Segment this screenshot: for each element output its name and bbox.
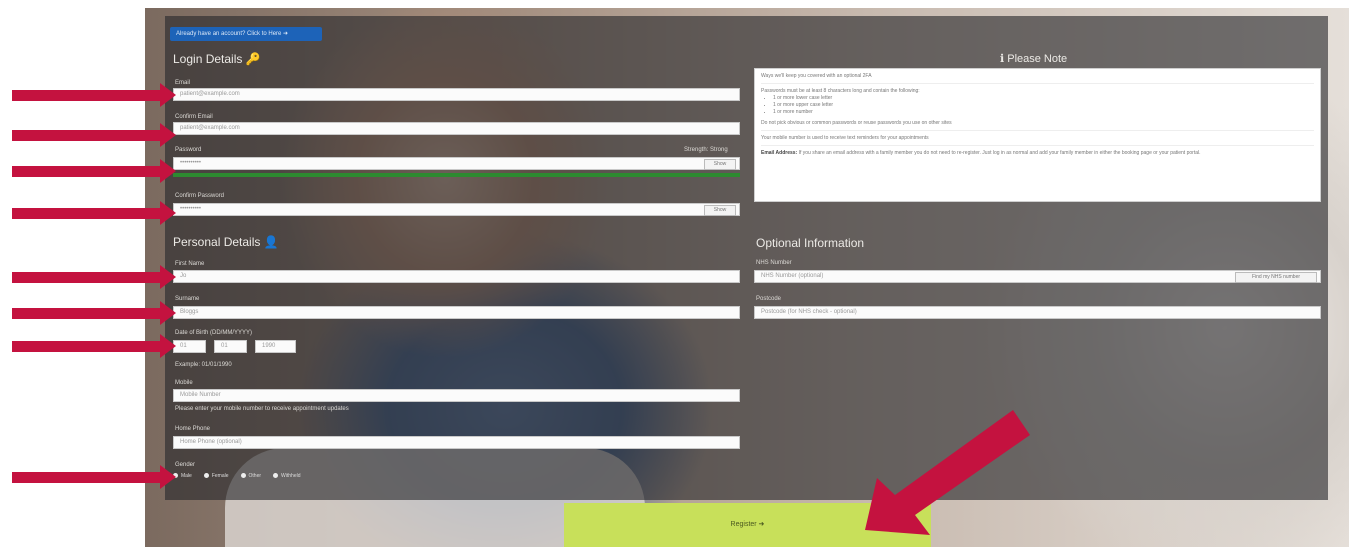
gender-option-label: Withheld — [281, 473, 301, 479]
note-rule: 1 or more number — [773, 109, 1314, 116]
radio-icon[interactable] — [240, 473, 246, 479]
note-para-password: Passwords must be at least 8 characters … — [761, 88, 920, 94]
password-strength-bar — [173, 173, 740, 177]
confirm-password-label: Confirm Password — [175, 193, 225, 199]
dob-month-field[interactable]: 01 — [214, 340, 247, 353]
nhs-number-label: NHS Number — [756, 260, 792, 266]
optional-info-title: Optional Information — [756, 236, 865, 250]
dob-day-field[interactable]: 01 — [173, 340, 206, 353]
home-phone-label: Home Phone — [175, 426, 211, 432]
note-rule: 1 or more lower case letter — [773, 95, 1314, 102]
please-note-box: Ways we'll keep you covered with an opti… — [754, 68, 1321, 202]
show-confirm-password-button[interactable]: Show — [704, 205, 736, 216]
first-name-field[interactable]: Jo — [173, 270, 740, 283]
surname-label: Surname — [175, 296, 200, 302]
annotation-arrow-icon — [12, 83, 176, 107]
signin-button[interactable]: Already have an account? Click to Here ➜ — [170, 27, 322, 41]
find-nhs-number-button[interactable]: Find my NHS number — [1235, 272, 1317, 283]
password-label: Password — [175, 147, 202, 153]
confirm-password-value: •••••••••• — [180, 206, 202, 212]
first-name-label: First Name — [175, 261, 205, 267]
radio-icon[interactable] — [273, 473, 279, 479]
postcode-field[interactable]: Postcode (for NHS check - optional) — [754, 306, 1321, 319]
dob-label: Date of Birth (DD/MM/YYYY) — [175, 330, 253, 336]
note-para-2fa: Ways we'll keep you covered with an opti… — [761, 73, 1314, 84]
surname-field[interactable]: Bloggs — [173, 306, 740, 319]
gender-radio-group: Male Female Other Withheld — [173, 473, 301, 479]
login-details-title: Login Details 🔑 — [173, 52, 261, 66]
personal-details-title: Personal Details 👤 — [173, 235, 279, 249]
gender-option-other[interactable]: Other — [240, 473, 262, 479]
gender-label: Gender — [175, 462, 196, 468]
postcode-label: Postcode — [756, 296, 782, 302]
annotation-arrow-icon — [12, 465, 176, 489]
dob-hint: Example: 01/01/1990 — [175, 362, 232, 368]
radio-icon[interactable] — [203, 473, 209, 479]
gender-option-label: Male — [181, 473, 192, 479]
home-phone-field[interactable]: Home Phone (optional) — [173, 436, 740, 449]
annotation-arrow-icon — [12, 265, 176, 289]
email-field[interactable]: patient@example.com — [173, 88, 740, 101]
annotation-arrow-icon — [12, 201, 176, 225]
nhs-number-placeholder: NHS Number (optional) — [761, 273, 824, 279]
password-strength-label: Strength: Strong — [684, 147, 728, 153]
mobile-label: Mobile — [175, 380, 193, 386]
confirm-password-field[interactable]: •••••••••• Show — [173, 203, 740, 216]
note-email-bold: Email Address: — [761, 150, 798, 156]
email-label: Email — [175, 80, 191, 86]
nhs-number-field[interactable]: NHS Number (optional) Find my NHS number — [754, 270, 1321, 283]
show-password-button[interactable]: Show — [704, 159, 736, 170]
password-value: •••••••••• — [180, 160, 202, 166]
note-para-email: Email Address: If you share an email add… — [761, 150, 1314, 157]
annotation-arrow-icon — [12, 301, 176, 325]
register-pointer-arrow-icon — [865, 410, 1030, 535]
note-para-reuse: Do not pick obvious or common passwords … — [761, 120, 1314, 131]
annotation-arrow-icon — [12, 334, 176, 358]
note-para-mobile: Your mobile number is used to receive te… — [761, 135, 1314, 146]
mobile-hint: Please enter your mobile number to recei… — [175, 406, 349, 412]
gender-option-label: Female — [211, 473, 229, 479]
gender-option-female[interactable]: Female — [203, 473, 229, 479]
annotation-arrow-icon — [12, 123, 176, 147]
gender-option-withheld[interactable]: Withheld — [273, 473, 301, 479]
please-note-title: ℹ Please Note — [1000, 53, 1068, 65]
dob-year-field[interactable]: 1990 — [255, 340, 296, 353]
annotation-arrow-icon — [12, 159, 176, 183]
confirm-email-label: Confirm Email — [175, 114, 213, 120]
confirm-email-field[interactable]: patient@example.com — [173, 122, 740, 135]
mobile-field[interactable]: Mobile Number — [173, 389, 740, 402]
gender-option-label: Other — [248, 473, 262, 479]
note-rule: 1 or more upper case letter — [773, 102, 1314, 109]
note-password-rules: 1 or more lower case letter 1 or more up… — [773, 95, 1314, 116]
note-email-text: If you share an email address with a fam… — [797, 150, 1201, 156]
password-field[interactable]: •••••••••• Show — [173, 157, 740, 170]
